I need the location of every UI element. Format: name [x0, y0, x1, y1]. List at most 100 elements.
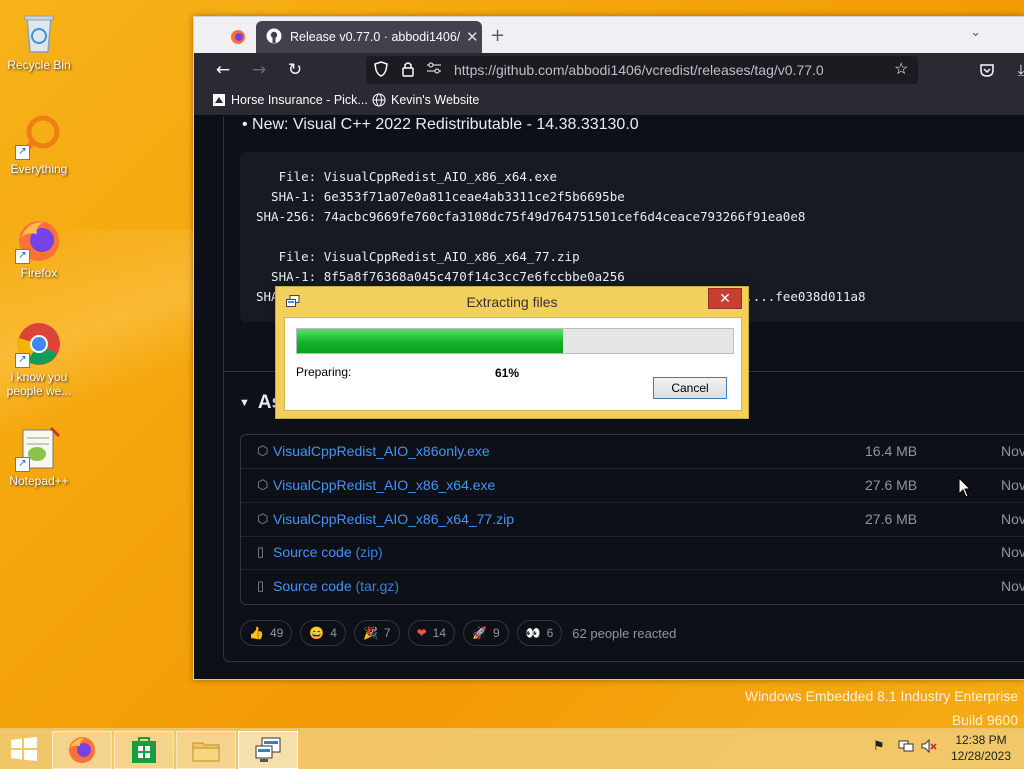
taskbar: ⚑ 12:38 PM 12/28/2023: [0, 728, 1024, 769]
reaction-laugh[interactable]: 😄 4: [300, 620, 346, 646]
taskbar-firefox[interactable]: [52, 731, 112, 769]
shortcut-arrow-icon: ↗: [15, 353, 30, 368]
windows-watermark: Windows Embedded 8.1 Industry Enterprise…: [745, 684, 1018, 732]
mouse-cursor-icon: [958, 477, 972, 498]
reactions-bar: 👍 49 😄 4 🎉 7 ❤ 14 🚀 9 👀 6 62 people reacted: [240, 619, 676, 647]
package-icon: ⬡: [257, 511, 269, 526]
firefox-view-tab[interactable]: [220, 23, 256, 51]
reaction-eyes[interactable]: 👀 6: [516, 620, 563, 646]
close-icon[interactable]: ✕: [708, 288, 742, 309]
recycle-bin-icon: [15, 8, 63, 56]
dialog-title: Extracting files: [466, 294, 558, 310]
cancel-button[interactable]: Cancel: [653, 377, 727, 399]
package-icon: ⬡: [257, 443, 269, 458]
forward-icon[interactable]: →: [246, 57, 272, 83]
volume-muted-icon[interactable]: [921, 738, 937, 757]
windows-start-icon[interactable]: [10, 737, 38, 761]
clock-date: 12/28/2023: [950, 749, 1012, 763]
status-label: Preparing:: [296, 365, 352, 379]
tab-close-icon[interactable]: ✕: [466, 28, 479, 46]
eyes-icon: 👀: [525, 626, 541, 640]
watermark-line: Windows Embedded 8.1 Industry Enterprise: [744, 688, 1018, 704]
release-note-text: New: Visual C++ 2022 Redistributable - 1…: [252, 116, 639, 133]
asset-link[interactable]: VisualCppRedist_AIO_x86_x64.exe: [273, 477, 495, 493]
github-icon: [266, 28, 282, 47]
reaction-count: 49: [269, 626, 284, 640]
percent-label: 61%: [495, 366, 520, 380]
clock-time: 12:38 PM: [955, 733, 1007, 747]
downloads-icon[interactable]: ⤓: [1008, 57, 1024, 83]
notepadpp-icon: ↗: [15, 424, 63, 472]
bookmark-star-icon[interactable]: ☆: [894, 59, 908, 79]
asset-link[interactable]: Source code (tar.gz): [273, 578, 399, 594]
new-tab-icon[interactable]: +: [490, 25, 505, 46]
hooray-icon: 🎉: [362, 626, 378, 640]
desktop-icon-label: Firefox: [20, 266, 58, 280]
thumbs-up-icon: 👍: [249, 626, 264, 640]
asset-date: Nov: [1001, 544, 1024, 560]
reaction-count: 4: [330, 626, 337, 640]
url-bar[interactable]: https://github.com/abbodi1406/vcredist/r…: [366, 56, 918, 84]
tab-title: Release v0.77.0 · abbodi1406/vcredist: [290, 30, 460, 44]
asset-row[interactable]: ⬡ VisualCppRedist_AIO_x86_x64_77.zip 27.…: [241, 503, 1024, 537]
asset-size: 27.6 MB: [865, 511, 918, 527]
bookmark-horse-insurance[interactable]: Horse Insurance - Pick...: [212, 93, 368, 107]
shortcut-arrow-icon: ↗: [15, 145, 30, 160]
release-note-bullet: • New: Visual C++ 2022 Redistributable -…: [242, 116, 639, 133]
collapse-triangle-icon: ▼: [239, 397, 250, 409]
asset-row[interactable]: ⬡ VisualCppRedist_AIO_x86_x64.exe 27.6 M…: [241, 469, 1024, 503]
asset-date: Nov: [1001, 578, 1024, 594]
reaction-heart[interactable]: ❤ 14: [407, 620, 456, 646]
globe-icon: [372, 93, 386, 107]
assets-list: ⬡ VisualCppRedist_AIO_x86only.exe 16.4 M…: [240, 434, 1024, 605]
desktop-icon-recycle-bin[interactable]: Recycle Bin: [1, 8, 77, 72]
asset-row[interactable]: ▯ Source code (zip) Nov: [241, 536, 1024, 570]
taskbar-file-explorer[interactable]: [176, 731, 236, 769]
reaction-hooray[interactable]: 🎉 7: [353, 620, 400, 646]
asset-row[interactable]: ▯ Source code (tar.gz) Nov: [241, 570, 1024, 603]
list-all-tabs-icon[interactable]: ⌄: [970, 25, 981, 40]
progress-bar: [296, 328, 734, 354]
extracting-files-dialog: Extracting files ✕ Preparing: 61% Cancel: [275, 286, 749, 419]
package-icon: ⬡: [257, 477, 269, 492]
firefox-icon: [69, 737, 95, 763]
desktop-icon-label: Recycle Bin: [7, 58, 71, 72]
pocket-icon[interactable]: [974, 57, 1000, 83]
reaction-count: 9: [492, 626, 500, 640]
store-icon: [132, 737, 156, 763]
rocket-icon: 🚀: [472, 626, 487, 640]
code-line: File: VisualCppRedist_AIO_x86_x64_77.zip: [256, 249, 580, 264]
reacted-summary: 62 people reacted: [572, 625, 677, 641]
reaction-thumbs-up[interactable]: 👍 49: [240, 620, 293, 646]
folder-icon: [192, 742, 220, 762]
desktop-icon-notepadpp[interactable]: ↗ Notepad++: [1, 424, 77, 488]
desktop-icon-label: Everything: [10, 162, 68, 176]
desktop-icon-chrome[interactable]: ↗ i know you people we...: [1, 320, 77, 398]
asset-row[interactable]: ⬡ VisualCppRedist_AIO_x86only.exe 16.4 M…: [241, 435, 1024, 469]
taskbar-store[interactable]: [114, 731, 174, 769]
asset-link[interactable]: Source code (zip): [273, 544, 383, 560]
bookmarks-toolbar: Horse Insurance - Pick... Kevin's Websit…: [194, 85, 1024, 116]
reaction-count: 7: [383, 626, 391, 640]
system-clock[interactable]: 12:38 PM 12/28/2023: [940, 732, 1022, 764]
desktop-icon-label: Notepad++: [9, 474, 69, 488]
computer-window-icon: [255, 737, 281, 762]
url-path: abbodi1406/vcredist/releases/tag/v0.77.0: [568, 62, 824, 78]
lock-icon[interactable]: [402, 61, 414, 80]
asset-link[interactable]: VisualCppRedist_AIO_x86_x64_77.zip: [273, 511, 514, 527]
action-center-flag-icon[interactable]: ⚑: [873, 739, 885, 754]
back-icon[interactable]: ←: [210, 57, 236, 83]
asset-date: Nov: [1001, 511, 1024, 527]
bookmark-kevins-website[interactable]: Kevin's Website: [372, 93, 479, 107]
asset-link[interactable]: VisualCppRedist_AIO_x86only.exe: [273, 443, 490, 459]
tab-release[interactable]: Release v0.77.0 · abbodi1406/vcredist ✕: [256, 21, 482, 53]
reload-icon[interactable]: ↻: [282, 57, 308, 83]
desktop-icon-firefox[interactable]: ↗ Firefox: [1, 216, 77, 280]
desktop-icon-everything[interactable]: ↗ Everything: [1, 112, 77, 176]
taskbar-extractor[interactable]: [238, 731, 298, 769]
network-icon[interactable]: [898, 739, 914, 757]
permissions-icon[interactable]: [426, 61, 442, 78]
asset-size: 16.4 MB: [865, 443, 918, 459]
shield-icon[interactable]: [374, 61, 388, 80]
reaction-rocket[interactable]: 🚀 9: [463, 620, 509, 646]
